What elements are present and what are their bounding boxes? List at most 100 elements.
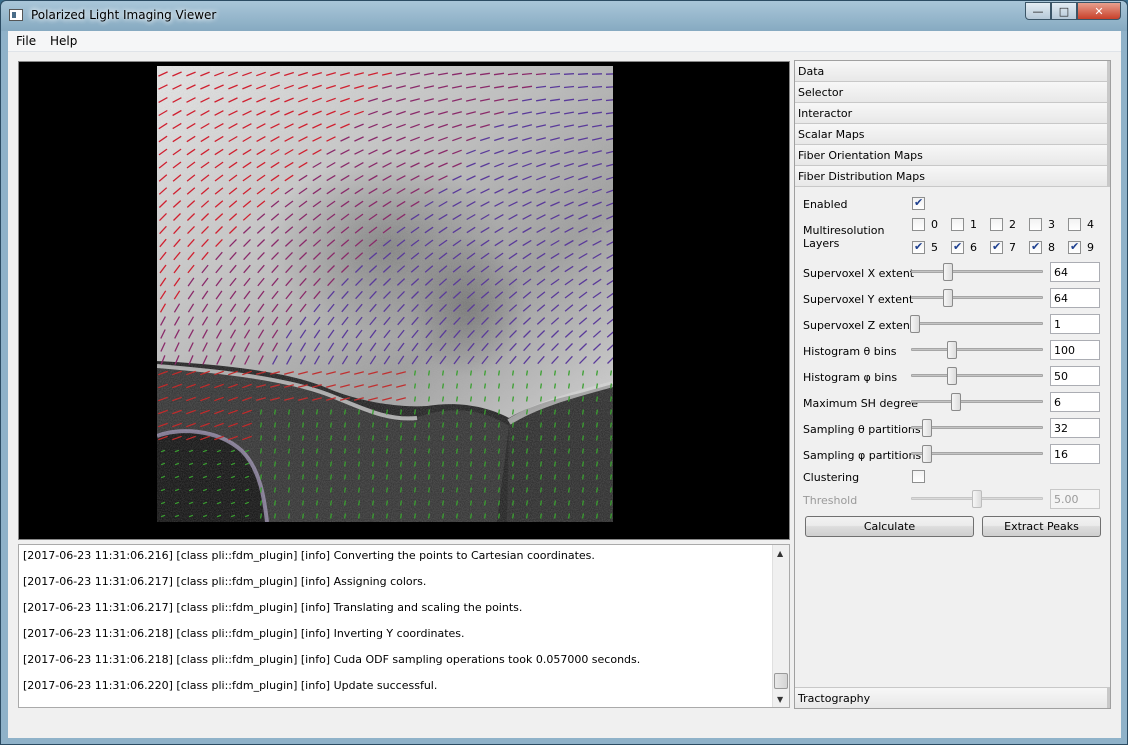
calculate-button[interactable]: Calculate <box>805 516 974 537</box>
fiber-glyph <box>511 500 515 506</box>
fiber-glyph <box>413 396 417 402</box>
fiber-glyph <box>567 461 571 467</box>
parameter-slider[interactable] <box>911 289 1043 307</box>
fiber-glyph <box>483 409 487 415</box>
section-tractography[interactable]: Tractography <box>795 687 1110 708</box>
threshold-slider[interactable] <box>911 490 1043 508</box>
layer-checkbox-9[interactable] <box>1068 240 1081 254</box>
layer-checkbox-4[interactable] <box>1068 218 1081 231</box>
slider-handle[interactable] <box>922 419 933 437</box>
tissue-image[interactable] <box>157 66 613 522</box>
scroll-down-icon[interactable]: ▼ <box>777 695 783 704</box>
parameter-field[interactable]: 1 <box>1050 314 1100 334</box>
maximize-button[interactable]: □ <box>1051 2 1077 20</box>
parameter-field[interactable]: 64 <box>1050 288 1100 308</box>
layer-label: 7 <box>1009 241 1016 254</box>
fiber-glyph <box>525 474 529 480</box>
log-scrollbar[interactable]: ▲ ▼ <box>772 545 789 707</box>
slider-label: Sampling φ partitions <box>803 449 922 462</box>
fiber-glyph <box>595 448 599 454</box>
layer-checkbox-1[interactable] <box>951 218 964 231</box>
slider-handle[interactable] <box>943 289 954 307</box>
render-viewport[interactable] <box>18 61 790 540</box>
fiber-glyph <box>357 409 361 415</box>
fiber-glyph <box>371 474 375 480</box>
section-interactor[interactable]: Interactor <box>795 103 1110 124</box>
threshold-slider-handle[interactable] <box>972 490 982 508</box>
parameter-field[interactable]: 64 <box>1050 262 1100 282</box>
parameter-slider[interactable] <box>911 445 1043 463</box>
slider-handle[interactable] <box>922 445 933 463</box>
fiber-glyph <box>581 448 585 454</box>
log-line: [2017-06-23 11:31:06.220] [class pli::fd… <box>23 679 438 692</box>
title-bar[interactable]: Polarized Light Imaging Viewer — □ ✕ <box>1 1 1127 31</box>
scroll-up-icon[interactable]: ▲ <box>777 549 783 558</box>
fiber-glyph <box>301 448 305 454</box>
fiber-glyph <box>469 474 473 480</box>
menu-file[interactable]: File <box>16 34 36 48</box>
scroll-thumb[interactable] <box>774 673 788 689</box>
layer-checkbox-0[interactable] <box>912 218 925 231</box>
threshold-field[interactable]: 5.00 <box>1050 489 1100 509</box>
section-data[interactable]: Data <box>795 61 1110 82</box>
fiber-glyph <box>441 396 445 402</box>
slider-handle[interactable] <box>950 393 961 411</box>
minimize-button[interactable]: — <box>1025 2 1051 20</box>
client-area: File Help [2017-06-23 11:31:06.216] [cla… <box>8 31 1121 738</box>
fiber-glyph <box>539 474 543 480</box>
fiber-glyph <box>511 422 515 428</box>
fiber-glyph <box>301 500 305 506</box>
fiber-glyph <box>539 487 543 493</box>
fiber-glyph <box>427 487 431 493</box>
layer-label: 6 <box>970 241 977 254</box>
section-fiber-orientation-maps[interactable]: Fiber Orientation Maps <box>795 145 1110 166</box>
layer-checkbox-6[interactable] <box>951 240 964 254</box>
parameter-field[interactable]: 32 <box>1050 418 1100 438</box>
parameter-slider[interactable] <box>911 341 1043 359</box>
fiber-glyph <box>609 487 613 493</box>
parameter-field[interactable]: 100 <box>1050 340 1100 360</box>
parameter-field[interactable]: 50 <box>1050 366 1100 386</box>
clustering-checkbox[interactable] <box>912 470 925 483</box>
close-button[interactable]: ✕ <box>1077 2 1121 20</box>
parameter-slider[interactable] <box>911 419 1043 437</box>
layer-checkbox-2[interactable] <box>990 218 1003 231</box>
parameter-slider[interactable] <box>911 263 1043 281</box>
slider-handle[interactable] <box>947 341 958 359</box>
layer-checkbox-5[interactable] <box>912 240 925 254</box>
fiber-glyph <box>609 396 613 402</box>
log-console[interactable]: [2017-06-23 11:31:06.216] [class pli::fd… <box>18 544 790 708</box>
menu-help[interactable]: Help <box>50 34 77 48</box>
fiber-glyph <box>483 396 487 402</box>
fiber-glyph <box>329 487 333 493</box>
fiber-glyph <box>609 513 613 519</box>
section-scalar-maps[interactable]: Scalar Maps <box>795 124 1110 145</box>
fiber-glyph <box>371 422 375 428</box>
parameter-slider[interactable] <box>911 367 1043 385</box>
layer-checkbox-3[interactable] <box>1029 218 1042 231</box>
fiber-glyph <box>385 487 389 493</box>
fiber-glyph <box>553 461 557 467</box>
section-selector[interactable]: Selector <box>795 82 1110 103</box>
extract-peaks-button[interactable]: Extract Peaks <box>982 516 1101 537</box>
slider-handle[interactable] <box>947 367 958 385</box>
layer-checkbox-7[interactable] <box>990 240 1003 254</box>
layer-checkbox-8[interactable] <box>1029 240 1042 254</box>
enabled-checkbox[interactable] <box>912 196 925 210</box>
parameter-slider[interactable] <box>910 315 1043 333</box>
fiber-glyph <box>511 435 515 441</box>
fiber-glyph <box>483 383 487 389</box>
slider-handle[interactable] <box>943 263 954 281</box>
fiber-glyph <box>609 370 613 376</box>
fiber-glyph <box>315 409 319 415</box>
section-fiber-distribution-maps[interactable]: Fiber Distribution Maps <box>795 166 1110 187</box>
fiber-glyph <box>399 513 403 519</box>
fiber-glyph <box>273 500 277 506</box>
fiber-glyph <box>413 474 417 480</box>
parameter-field[interactable]: 6 <box>1050 392 1100 412</box>
layer-label: 1 <box>970 218 977 231</box>
parameter-field[interactable]: 16 <box>1050 444 1100 464</box>
fiber-glyph <box>315 461 319 467</box>
parameter-slider[interactable] <box>911 393 1043 411</box>
slider-handle[interactable] <box>910 315 920 333</box>
